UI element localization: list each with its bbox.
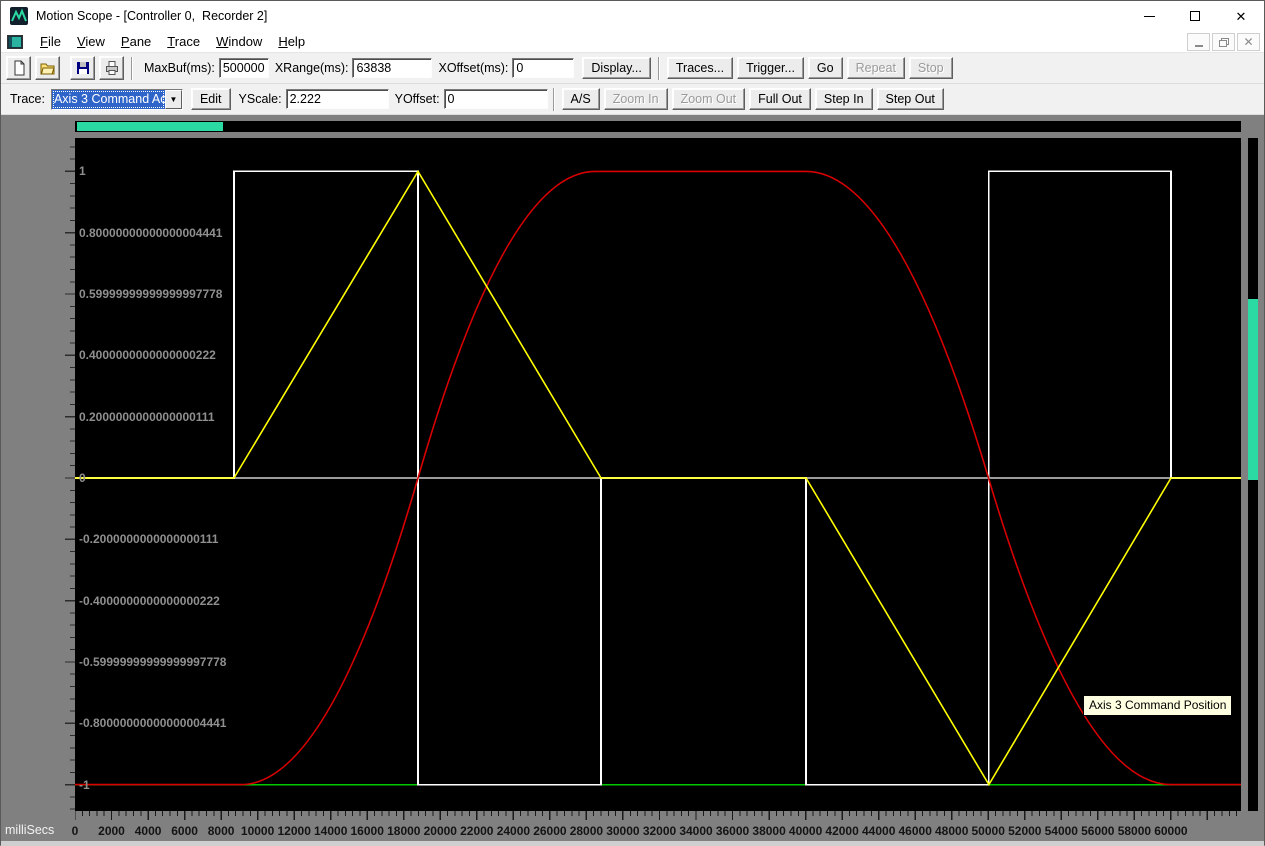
edit-button[interactable]: Edit (190, 88, 231, 110)
y-axis-label: -0.4000000000000000222 (79, 593, 220, 608)
zoom-in-button[interactable]: Zoom In (603, 88, 668, 110)
caption-buttons: ✕ (1126, 1, 1264, 31)
menu-pane[interactable]: Pane (113, 32, 159, 51)
yscale-label: YScale: (238, 92, 282, 106)
vertical-scrollbar[interactable] (1248, 138, 1258, 811)
maximize-button[interactable] (1172, 1, 1218, 31)
trace-plot (75, 169, 1241, 787)
x-axis-label: 60000 (1154, 824, 1188, 838)
toolbar-trace: Trace: Axis 3 Command Ac ▼ Edit YScale: … (1, 84, 1264, 115)
y-axis-label: -0.2000000000000000111 (79, 532, 219, 547)
menu-window[interactable]: Window (208, 32, 270, 51)
close-icon: ✕ (1235, 8, 1247, 24)
new-button[interactable] (6, 56, 31, 80)
yoffset-input[interactable] (443, 89, 548, 109)
scope-client-area: 1 0.80000000000000004441 0.599999999999999… (1, 115, 1264, 846)
xrange-label: XRange(ms): (274, 61, 349, 75)
mdi-close-button[interactable]: ✕ (1237, 33, 1260, 51)
menu-file[interactable]: File (32, 32, 69, 51)
minimize-button[interactable] (1126, 1, 1172, 31)
stop-button[interactable]: Stop (908, 57, 953, 79)
trace-tooltip: Axis 3 Command Position (1083, 695, 1233, 716)
mdi-document-icon[interactable] (7, 34, 23, 49)
x-axis-unit-label: milliSecs (5, 823, 55, 837)
new-document-icon (14, 60, 24, 76)
menu-view[interactable]: View (69, 32, 113, 51)
trigger-button[interactable]: Trigger... (737, 57, 804, 79)
toolbar-main: MaxBuf(ms): XRange(ms): XOffset(ms): Dis… (1, 53, 1264, 84)
yoffset-label: YOffset: (394, 92, 440, 106)
trace-combobox-value: Axis 3 Command Ac (51, 89, 165, 109)
minimize-icon (1143, 15, 1155, 17)
save-floppy-icon (76, 62, 89, 74)
print-icon (105, 61, 118, 75)
y-axis-label: 0.59999999999999997778 (79, 287, 223, 301)
toolbar-separator (131, 56, 133, 80)
scope-plot-area[interactable]: 1 0.80000000000000004441 0.599999999999999… (75, 138, 1241, 811)
window-title: Motion Scope - [Controller 0, Recorder 2… (36, 9, 268, 23)
mdi-minimize-icon (1194, 45, 1203, 47)
toolbar-separator (552, 87, 555, 111)
mdi-window-buttons: ✕ (1187, 33, 1260, 51)
menu-help[interactable]: Help (270, 32, 313, 51)
display-button[interactable]: Display... (582, 57, 651, 79)
x-axis-ticks (75, 811, 1238, 820)
status-strip (1, 841, 1264, 846)
y-axis-label: 0.2000000000000000111 (79, 409, 215, 424)
maximize-icon (1190, 11, 1200, 21)
y-axis-label: 0.4000000000000000222 (79, 348, 216, 363)
repeat-button[interactable]: Repeat (846, 57, 905, 79)
as-button[interactable]: A/S (561, 88, 600, 110)
app-icon (10, 7, 28, 25)
zoom-out-button[interactable]: Zoom Out (671, 88, 746, 110)
mdi-minimize-button[interactable] (1187, 33, 1210, 51)
y-axis-ticks (65, 146, 75, 810)
open-folder-icon (40, 63, 55, 75)
xrange-input[interactable] (352, 58, 433, 78)
horizontal-scrollbar[interactable] (75, 121, 1241, 132)
vertical-scroll-thumb[interactable] (1248, 298, 1258, 480)
step-out-button[interactable]: Step Out (876, 88, 944, 110)
maxbuf-input[interactable] (218, 58, 269, 78)
y-axis-label: 0.80000000000000004441 (79, 225, 223, 240)
title-bar: Motion Scope - [Controller 0, Recorder 2… (1, 1, 1264, 31)
y-axis-label: -0.59999999999999997778 (79, 655, 227, 669)
horizontal-scroll-thumb[interactable] (77, 122, 224, 131)
traces-button[interactable]: Traces... (666, 57, 734, 79)
mdi-restore-icon (1218, 37, 1229, 47)
print-button[interactable] (99, 56, 124, 80)
save-button[interactable] (70, 56, 95, 80)
y-axis-label: -0.80000000000000004441 (79, 716, 227, 731)
menu-trace[interactable]: Trace (159, 32, 208, 51)
go-button[interactable]: Go (807, 57, 843, 79)
motion-scope-window: Motion Scope - [Controller 0, Recorder 2… (0, 0, 1265, 846)
toolbar-separator (657, 56, 660, 80)
mdi-close-icon: ✕ (1243, 35, 1254, 49)
step-in-button[interactable]: Step In (814, 88, 873, 110)
trace-combobox[interactable]: Axis 3 Command Ac ▼ (50, 88, 183, 110)
close-button[interactable]: ✕ (1218, 1, 1264, 31)
y-axis-label: 1 (79, 164, 86, 179)
open-button[interactable] (35, 56, 60, 80)
y-axis-label: 0 (79, 471, 86, 485)
yscale-input[interactable] (285, 89, 389, 109)
mdi-restore-button[interactable] (1212, 33, 1235, 51)
full-out-button[interactable]: Full Out (749, 88, 811, 110)
menu-bar: File View Pane Trace Window Help ✕ (1, 31, 1264, 53)
xoffset-label: XOffset(ms): (438, 61, 509, 75)
maxbuf-label: MaxBuf(ms): (144, 61, 215, 75)
chevron-down-icon[interactable]: ▼ (164, 89, 182, 109)
y-axis-label: -1 (79, 777, 90, 792)
x-axis: 0 2000 4000 6000 8000 10000 12000 14000 16000 180… (1, 811, 1264, 841)
trace-label: Trace: (10, 92, 45, 106)
xoffset-input[interactable] (512, 58, 575, 78)
